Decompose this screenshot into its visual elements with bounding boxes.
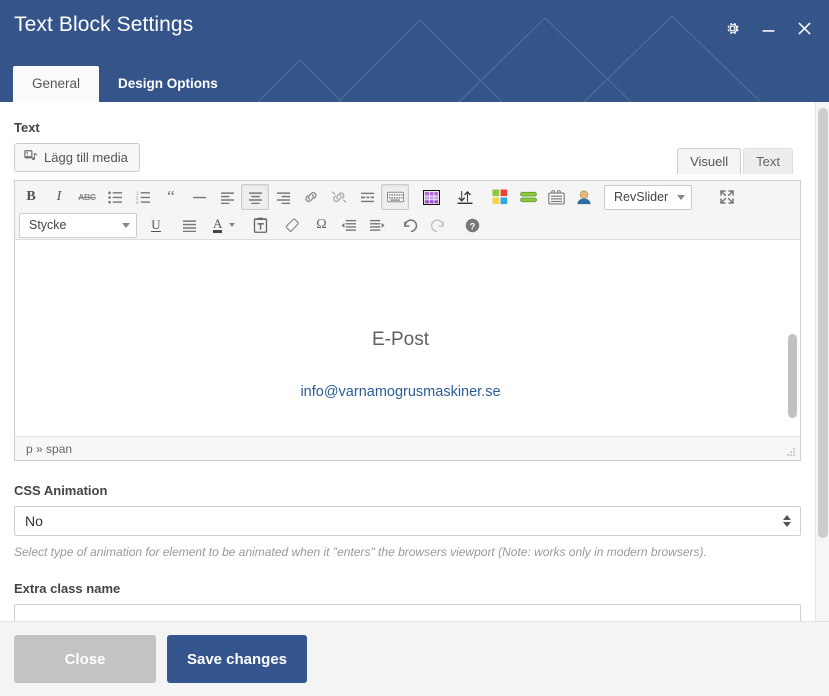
add-media-button[interactable]: Lägg till media <box>14 143 140 172</box>
dialog-tabs: General Design Options <box>13 65 237 103</box>
align-right-icon[interactable] <box>269 184 297 210</box>
window-controls <box>721 16 815 40</box>
keyboard-shortcuts-icon[interactable]: ? <box>458 212 486 238</box>
extra-class-input[interactable] <box>14 604 801 621</box>
editor-mode-text-label: Text <box>756 154 780 169</box>
svg-text:3: 3 <box>136 200 139 204</box>
tab-design-options[interactable]: Design Options <box>99 66 237 103</box>
editor-heading: E-Post <box>371 328 430 350</box>
text-block-settings-dialog: Text Block Settings General Design Optio… <box>0 0 829 696</box>
css-animation-value: No <box>25 513 43 529</box>
underline-icon[interactable]: U <box>142 212 170 238</box>
page-scrollbar-thumb[interactable] <box>818 108 828 538</box>
gear-icon[interactable] <box>721 16 743 40</box>
justify-icon[interactable] <box>175 212 203 238</box>
align-center-icon[interactable] <box>241 184 269 210</box>
select-spinner-icon <box>783 515 791 527</box>
close-button[interactable]: Close <box>14 635 156 683</box>
chevron-down-icon <box>122 222 130 228</box>
extra-class-section: Extra class name <box>14 581 801 621</box>
editor-mode-tabs: Visuell Text <box>677 148 793 174</box>
page-title: Text Block Settings <box>14 13 194 36</box>
read-more-icon[interactable] <box>353 184 381 210</box>
editor-element-path: p » span <box>26 441 73 456</box>
increase-indent-icon[interactable] <box>363 212 391 238</box>
revslider-label: RevSlider <box>614 190 669 204</box>
minimize-icon[interactable] <box>757 16 779 40</box>
align-left-icon[interactable] <box>213 184 241 210</box>
editor-toolbar: B I ABC 1 2 3 “ RevSlider Stycke U A Ω ? <box>15 181 800 240</box>
table-purple-icon[interactable] <box>417 184 445 210</box>
extra-class-label: Extra class name <box>14 581 121 596</box>
close-icon[interactable] <box>793 16 815 40</box>
revslider-dropdown[interactable]: RevSlider <box>604 184 692 210</box>
special-character-icon[interactable]: Ω <box>307 212 335 238</box>
redo-icon[interactable] <box>424 212 452 238</box>
tab-general[interactable]: General <box>13 65 100 102</box>
text-field-label: Text <box>14 120 40 135</box>
editor-scrollbar-thumb[interactable] <box>788 334 797 418</box>
tab-general-label: General <box>32 75 81 91</box>
dialog-body: Text Lägg till media Visuell Text B I AB… <box>0 102 829 621</box>
green-bars-icon[interactable] <box>514 184 542 210</box>
editor-mode-visual[interactable]: Visuell <box>677 148 742 174</box>
text-color-icon[interactable]: A <box>208 212 238 238</box>
italic-icon[interactable]: I <box>45 184 73 210</box>
paste-as-text-icon[interactable] <box>246 212 274 238</box>
svg-text:?: ? <box>470 221 476 231</box>
horizontal-rule-icon[interactable] <box>185 184 213 210</box>
editor-phone-line: 0123-456789. <box>35 240 766 247</box>
tab-design-options-label: Design Options <box>118 75 218 91</box>
user-avatar-icon[interactable] <box>570 184 598 210</box>
css-animation-label: CSS Animation <box>14 483 108 498</box>
media-icon <box>24 149 38 166</box>
bold-icon[interactable]: B <box>17 184 45 210</box>
paragraph-format-value: Stycke <box>29 218 67 232</box>
toolbar-toggle-icon[interactable] <box>381 184 409 210</box>
media-row: Lägg till media Visuell Text <box>14 143 793 174</box>
bulleted-list-icon[interactable] <box>101 184 129 210</box>
editor-content-area[interactable]: 0123-456789. E-Post info@varnamogrusmask… <box>15 240 800 436</box>
paragraph-format-dropdown[interactable]: Stycke <box>19 212 137 238</box>
form-block-icon[interactable] <box>542 184 570 210</box>
editor-scrollbar[interactable] <box>787 242 798 434</box>
toolbar-row-1: B I ABC 1 2 3 “ RevSlider <box>17 183 798 211</box>
save-changes-button[interactable]: Save changes <box>167 635 307 683</box>
page-scrollbar[interactable] <box>815 102 829 621</box>
css-animation-section: CSS Animation No Select type of animatio… <box>14 483 801 559</box>
editor-resize-handle[interactable] <box>784 445 796 457</box>
insert-link-icon[interactable] <box>297 184 325 210</box>
editor-document[interactable]: 0123-456789. E-Post info@varnamogrusmask… <box>15 240 786 401</box>
dialog-header: Text Block Settings General Design Optio… <box>0 0 829 102</box>
numbered-list-icon[interactable]: 1 2 3 <box>129 184 157 210</box>
decrease-indent-icon[interactable] <box>335 212 363 238</box>
text-color-letter: A <box>213 215 223 233</box>
undo-icon[interactable] <box>396 212 424 238</box>
editor-statusbar: p » span <box>15 436 800 460</box>
clear-formatting-icon[interactable] <box>279 212 307 238</box>
editor-mode-visual-label: Visuell <box>690 154 729 169</box>
add-media-label: Lägg till media <box>44 150 128 165</box>
grid-colors-icon[interactable] <box>486 184 514 210</box>
css-animation-select[interactable]: No <box>14 506 801 536</box>
sort-arrows-icon[interactable] <box>451 184 479 210</box>
chevron-down-icon <box>677 194 685 200</box>
strikethrough-icon[interactable]: ABC <box>73 184 101 210</box>
chevron-down-icon <box>229 223 236 227</box>
editor-email-link[interactable]: info@varnamogrusmaskiner.se <box>300 384 500 400</box>
blockquote-icon[interactable]: “ <box>157 184 185 210</box>
toolbar-row-2: Stycke U A Ω ? <box>17 211 798 239</box>
css-animation-help: Select type of animation for element to … <box>14 545 707 559</box>
fullscreen-icon[interactable] <box>713 184 741 210</box>
editor-mode-text[interactable]: Text <box>743 148 793 174</box>
dialog-footer: Close Save changes <box>0 621 829 696</box>
remove-link-icon[interactable] <box>325 184 353 210</box>
wysiwyg-editor: B I ABC 1 2 3 “ RevSlider Stycke U A Ω ?… <box>14 180 801 461</box>
